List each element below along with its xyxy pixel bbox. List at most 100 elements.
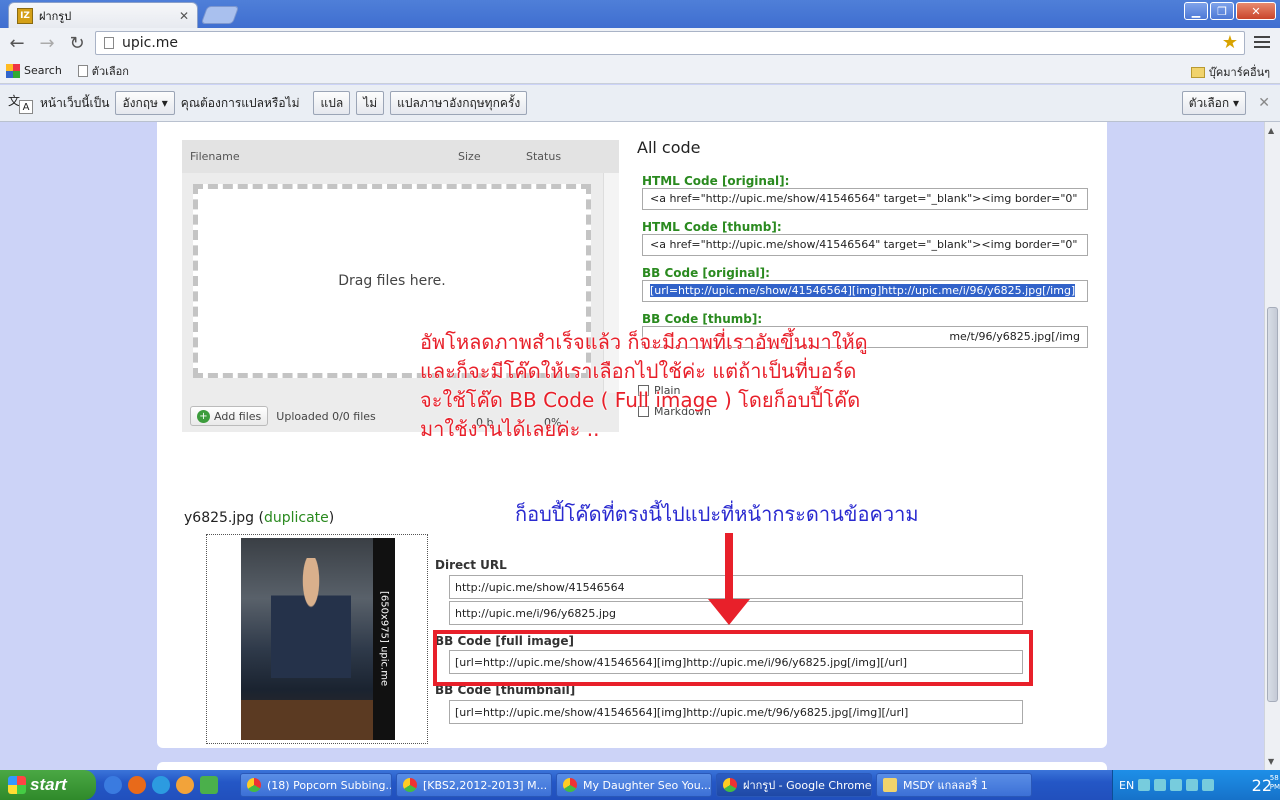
translate-icon: 文A — [8, 92, 34, 114]
browser-tab[interactable]: IZ ฝากรูป ✕ — [8, 2, 198, 28]
ie-icon[interactable] — [104, 776, 122, 794]
page-icon — [104, 37, 114, 49]
back-icon[interactable]: ← — [4, 31, 30, 55]
quick-launch — [104, 776, 218, 794]
volume-icon[interactable] — [1154, 779, 1167, 791]
bookmarks-bar: Search ตัวเลือก บุ๊คมาร์คอื่นๆ — [0, 58, 1280, 84]
no-translate-button[interactable]: ไม่ — [356, 91, 385, 115]
messenger-icon[interactable] — [152, 776, 170, 794]
bookmark-star-icon[interactable]: ★ — [1222, 32, 1238, 53]
tray-icon[interactable] — [1202, 779, 1215, 791]
direct-url-label: Direct URL — [435, 558, 507, 572]
chrome-icon — [723, 778, 737, 792]
bb-original-value: [url=http://upic.me/show/41546564][img]h… — [650, 284, 1076, 297]
windows-logo-icon — [8, 776, 26, 794]
col-size: Size — [458, 150, 481, 163]
start-button[interactable]: start — [0, 770, 96, 800]
site-favicon-icon: IZ — [17, 7, 33, 24]
task-label: My Daughter Seo You... — [583, 778, 712, 792]
address-bar[interactable]: upic.me ★ — [95, 31, 1245, 55]
add-files-label: Add files — [214, 409, 262, 423]
language-indicator[interactable]: EN — [1119, 779, 1134, 792]
language-select-value: อังกฤษ — [122, 95, 158, 110]
show-url-field[interactable]: http://upic.me/show/41546564 — [449, 575, 1023, 599]
system-tray: EN 22 58 PM — [1112, 770, 1280, 800]
page-scrollbar[interactable]: ▲ ▼ — [1264, 122, 1280, 770]
window-controls: ▁ ❐ ✕ — [1184, 2, 1276, 20]
taskbar: start (18) Popcorn Subbing... [KBS2,2012… — [0, 770, 1280, 800]
arrow-down-icon — [725, 533, 733, 603]
html-original-field[interactable]: <a href="http://upic.me/show/41546564" t… — [642, 188, 1088, 210]
col-status: Status — [526, 150, 562, 163]
clock-suffix: 58 PM — [1270, 774, 1280, 792]
html-original-label: HTML Code [original]: — [642, 174, 790, 188]
network-icon[interactable] — [1138, 779, 1151, 791]
desktop-icon[interactable] — [200, 776, 218, 794]
task-label: (18) Popcorn Subbing... — [267, 778, 392, 792]
blue-annotation: ก็อบปี้โค๊ดที่ตรงนี้ไปแปะที่หน้ากระดานข้… — [515, 502, 919, 526]
reload-icon[interactable]: ↻ — [64, 31, 90, 55]
minimize-button[interactable]: ▁ — [1184, 2, 1208, 20]
translate-prefix: หน้าเว็บนี้เป็น — [40, 95, 110, 110]
bb-original-label: BB Code [original]: — [642, 266, 770, 280]
always-translate-button[interactable]: แปลภาษาอังกฤษทุกครั้ง — [390, 91, 528, 115]
menu-icon[interactable] — [1254, 33, 1270, 51]
red-annotation-line: จะใช้โค๊ด BB Code ( Full image ) โดยก็อบ… — [420, 388, 861, 412]
uploaded-count: Uploaded 0/0 files — [276, 409, 376, 423]
drop-text: Drag files here. — [338, 273, 446, 289]
arrow-head-icon — [708, 599, 750, 625]
task-button[interactable]: MSDY แกลลอรี่ 1 — [876, 773, 1032, 797]
other-bookmarks[interactable]: บุ๊คมาร์คอื่นๆ — [1190, 63, 1270, 81]
photo-watermark: [650x975] upic.me — [373, 538, 395, 740]
new-tab-button[interactable] — [200, 6, 240, 24]
forward-icon[interactable]: → — [34, 31, 60, 55]
scroll-up-icon[interactable]: ▲ — [1268, 126, 1274, 135]
clock-ampm: PM — [1269, 783, 1280, 791]
translate-options-button[interactable]: ตัวเลือก ▾ — [1181, 91, 1246, 115]
scroll-down-icon[interactable]: ▼ — [1268, 757, 1274, 766]
highlight-box — [433, 630, 1033, 686]
add-files-button[interactable]: + Add files — [190, 406, 269, 426]
page-icon — [77, 64, 88, 77]
photo-person — [271, 558, 351, 708]
bb-thumbnail-field[interactable]: [url=http://upic.me/show/41546564][img]h… — [449, 700, 1023, 724]
bb-original-field[interactable]: [url=http://upic.me/show/41546564][img]h… — [642, 280, 1088, 302]
firefox-icon[interactable] — [128, 776, 146, 794]
html-thumb-field[interactable]: <a href="http://upic.me/show/41546564" t… — [642, 234, 1088, 256]
chrome-icon — [247, 778, 261, 792]
other-bookmarks-label: บุ๊คมาร์คอื่นๆ — [1208, 66, 1270, 79]
tray-icon[interactable] — [1186, 779, 1199, 791]
start-label: start — [30, 775, 67, 794]
restore-button[interactable]: ❐ — [1210, 2, 1234, 20]
browser-toolbar: ← → ↻ upic.me ★ — [0, 28, 1280, 58]
language-select[interactable]: อังกฤษ ▾ — [115, 91, 175, 115]
duplicate-link[interactable]: duplicate — [264, 510, 329, 526]
search-bookmark-icon — [6, 63, 20, 78]
file-name-text: y6825.jpg — [184, 510, 255, 526]
task-button-active[interactable]: ฝากรูป - Google Chrome — [716, 773, 872, 797]
task-button[interactable]: (18) Popcorn Subbing... — [240, 773, 392, 797]
translate-bar: 文A หน้าเว็บนี้เป็น อังกฤษ ▾ คุณต้องการแป… — [0, 85, 1280, 122]
tab-close-icon[interactable]: ✕ — [179, 9, 189, 23]
chrome-icon — [403, 778, 417, 792]
red-annotation-line: มาใช้งานได้เลยค่ะ .. — [420, 417, 600, 441]
translate-close-icon[interactable]: ✕ — [1258, 95, 1270, 111]
uploader-header: Filename Size Status — [182, 140, 619, 173]
red-annotation: อัพโหลดภาพสำเร็จแล้ว ก็จะมีภาพที่เราอัพข… — [420, 328, 960, 444]
task-label: MSDY แกลลอรี่ 1 — [903, 779, 988, 792]
uploaded-photo[interactable]: [650x975] upic.me — [241, 538, 395, 740]
tab-title: ฝากรูป — [39, 9, 72, 23]
clock-minutes: 58 — [1269, 774, 1279, 782]
task-label: ฝากรูป - Google Chrome — [743, 779, 872, 792]
close-window-button[interactable]: ✕ — [1236, 2, 1276, 20]
content-panel-next — [157, 762, 1107, 770]
scrollbar-thumb[interactable] — [1267, 307, 1278, 702]
app-icon[interactable] — [176, 776, 194, 794]
translate-button[interactable]: แปล — [313, 91, 351, 115]
tray-icon[interactable] — [1170, 779, 1183, 791]
task-button[interactable]: My Daughter Seo You... — [556, 773, 712, 797]
task-button[interactable]: [KBS2,2012-2013] M... — [396, 773, 552, 797]
html-thumb-label: HTML Code [thumb]: — [642, 220, 782, 234]
bookmark-item[interactable]: ตัวเลือก — [68, 62, 129, 80]
bookmark-search[interactable]: Search — [6, 63, 62, 78]
